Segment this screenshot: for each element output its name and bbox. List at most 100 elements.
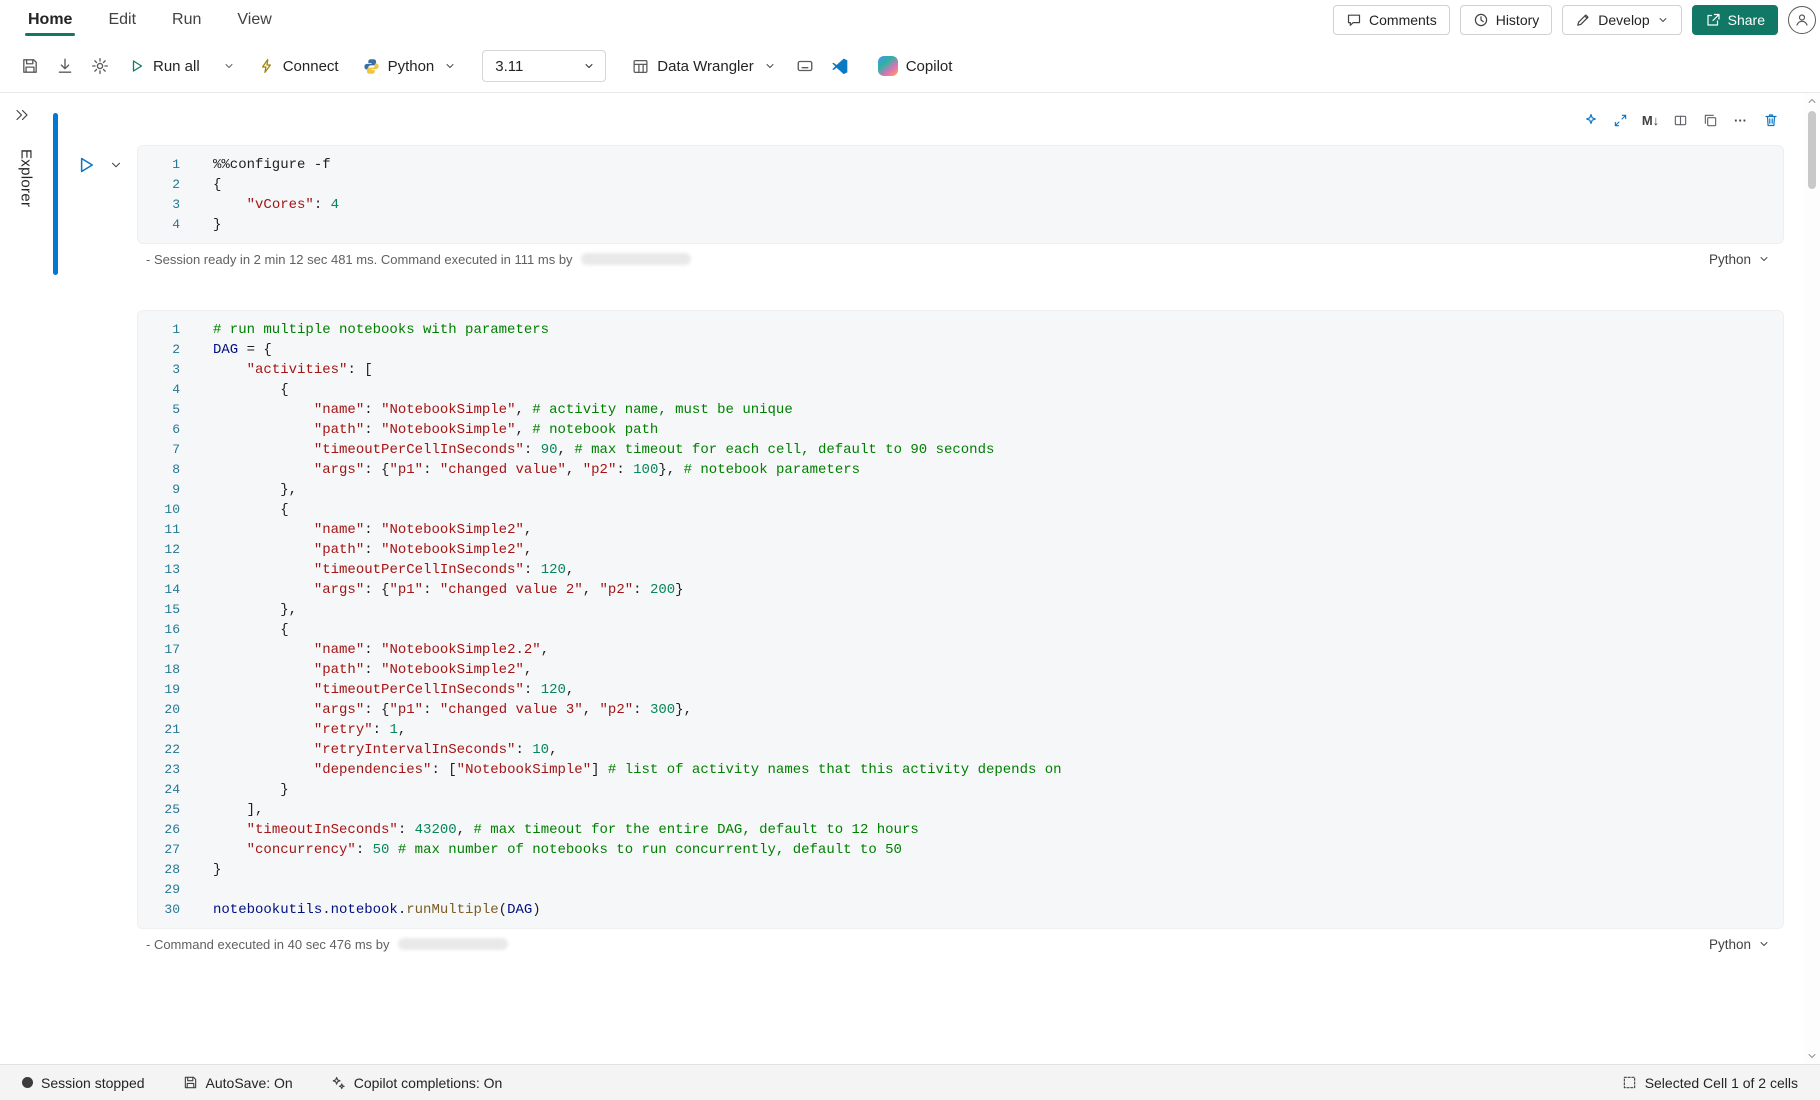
code-text[interactable]: "timeoutPerCellInSeconds": 120, [213,680,574,700]
code-text[interactable]: "concurrency": 50 # max number of notebo… [213,840,902,860]
code-line[interactable]: 6 "path": "NotebookSimple", # notebook p… [138,420,1783,440]
connect-button[interactable]: Connect [247,48,351,84]
code-text[interactable]: "path": "NotebookSimple2", [213,660,532,680]
code-line[interactable]: 11 "name": "NotebookSimple2", [138,520,1783,540]
code-line[interactable]: 26 "timeoutInSeconds": 43200, # max time… [138,820,1783,840]
account-button[interactable] [1788,6,1816,34]
markdown-button[interactable]: M↓ [1637,107,1664,133]
split-cell-button[interactable] [1667,107,1694,133]
run-all-button[interactable]: Run all [117,48,212,84]
code-text[interactable]: "activities": [ [213,360,373,380]
code-line[interactable]: 4 { [138,380,1783,400]
scroll-up-button[interactable] [1806,95,1818,107]
develop-button[interactable]: Develop [1562,5,1681,35]
code-text[interactable]: "retry": 1, [213,720,406,740]
menu-tab-edit[interactable]: Edit [90,0,154,40]
code-editor[interactable]: 1# run multiple notebooks with parameter… [137,310,1784,929]
menu-tab-run[interactable]: Run [154,0,219,40]
code-line[interactable]: 15 }, [138,600,1783,620]
code-line[interactable]: 14 "args": {"p1": "changed value 2", "p2… [138,580,1783,600]
delete-cell-button[interactable] [1757,107,1784,133]
code-line[interactable]: 12 "path": "NotebookSimple2", [138,540,1783,560]
code-line[interactable]: 29 [138,880,1783,900]
code-text[interactable]: "dependencies": ["NotebookSimple"] # lis… [213,760,1062,780]
save-button[interactable] [12,49,47,84]
code-line[interactable]: 17 "name": "NotebookSimple2.2", [138,640,1783,660]
code-line[interactable]: 21 "retry": 1, [138,720,1783,740]
code-line[interactable]: 23 "dependencies": ["NotebookSimple"] # … [138,760,1783,780]
data-wrangler-button[interactable]: Data Wrangler [620,48,787,84]
code-line[interactable]: 3 "vCores": 4 [138,195,1783,215]
code-text[interactable]: "vCores": 4 [213,195,339,215]
export-button[interactable] [47,49,82,84]
code-text[interactable]: DAG = { [213,340,272,360]
more-actions-button[interactable]: ··· [1727,107,1754,133]
code-text[interactable]: "args": {"p1": "changed value 3", "p2": … [213,700,692,720]
code-text[interactable]: { [213,380,289,400]
code-text[interactable]: } [213,780,289,800]
menu-tab-home[interactable]: Home [10,0,90,40]
code-text[interactable]: "name": "NotebookSimple2.2", [213,640,549,660]
code-line[interactable]: 5 "name": "NotebookSimple", # activity n… [138,400,1783,420]
code-text[interactable]: }, [213,480,297,500]
run-all-dropdown[interactable] [212,49,247,84]
scrollbar-thumb[interactable] [1808,111,1816,189]
code-line[interactable]: 20 "args": {"p1": "changed value 3", "p2… [138,700,1783,720]
cell-kernel-selector[interactable]: Python [1709,252,1770,267]
code-text[interactable]: "path": "NotebookSimple", # notebook pat… [213,420,658,440]
code-text[interactable]: notebookutils.notebook.runMultiple(DAG) [213,900,541,920]
scroll-down-button[interactable] [1806,1050,1818,1062]
share-button[interactable]: Share [1692,5,1778,35]
code-line[interactable]: 1# run multiple notebooks with parameter… [138,320,1783,340]
autosave-toggle[interactable]: AutoSave: On [183,1075,293,1091]
code-line[interactable]: 30notebookutils.notebook.runMultiple(DAG… [138,900,1783,920]
copilot-cell-button[interactable] [1577,107,1604,133]
code-line[interactable]: 2{ [138,175,1783,195]
version-select[interactable]: 3.11 [482,50,606,82]
code-text[interactable]: "path": "NotebookSimple2", [213,540,532,560]
expand-explorer-button[interactable] [14,107,30,123]
run-cell-button[interactable] [74,153,98,177]
code-text[interactable]: "timeoutInSeconds": 43200, # max timeout… [213,820,919,840]
code-line[interactable]: 22 "retryIntervalInSeconds": 10, [138,740,1783,760]
code-line[interactable]: 28} [138,860,1783,880]
code-text[interactable]: { [213,175,221,195]
code-line[interactable]: 3 "activities": [ [138,360,1783,380]
copilot-completions-toggle[interactable]: Copilot completions: On [331,1075,503,1091]
code-text[interactable]: "args": {"p1": "changed value 2", "p2": … [213,580,684,600]
code-line[interactable]: 19 "timeoutPerCellInSeconds": 120, [138,680,1783,700]
code-text[interactable]: "timeoutPerCellInSeconds": 90, # max tim… [213,440,994,460]
code-text[interactable]: "name": "NotebookSimple", # activity nam… [213,400,793,420]
code-text[interactable]: "retryIntervalInSeconds": 10, [213,740,558,760]
code-text[interactable]: }, [213,600,297,620]
code-line[interactable]: 27 "concurrency": 50 # max number of not… [138,840,1783,860]
code-text[interactable] [213,880,221,900]
code-text[interactable]: "args": {"p1": "changed value", "p2": 10… [213,460,860,480]
code-line[interactable]: 1%%configure -f [138,155,1783,175]
cell-kernel-selector[interactable]: Python [1709,937,1770,952]
code-line[interactable]: 7 "timeoutPerCellInSeconds": 90, # max t… [138,440,1783,460]
language-selector[interactable]: Python [351,48,469,84]
code-text[interactable]: # run multiple notebooks with parameters [213,320,549,340]
focus-mode-button[interactable] [788,49,823,84]
code-editor[interactable]: 1%%configure -f2{3 "vCores": 44} [137,145,1784,244]
code-text[interactable]: %%configure -f [213,155,331,175]
code-line[interactable]: 16 { [138,620,1783,640]
code-line[interactable]: 18 "path": "NotebookSimple2", [138,660,1783,680]
code-line[interactable]: 4} [138,215,1783,235]
code-text[interactable]: } [213,860,221,880]
copilot-button[interactable]: Copilot [866,48,965,84]
code-text[interactable]: ], [213,800,263,820]
code-text[interactable]: { [213,620,289,640]
explorer-label[interactable]: Explorer [18,149,35,207]
code-line[interactable]: 9 }, [138,480,1783,500]
code-line[interactable]: 13 "timeoutPerCellInSeconds": 120, [138,560,1783,580]
open-in-vscode-button[interactable] [823,49,858,84]
expand-cell-button[interactable] [1607,107,1634,133]
code-line[interactable]: 25 ], [138,800,1783,820]
settings-button[interactable] [82,49,117,84]
comments-button[interactable]: Comments [1333,5,1450,35]
code-line[interactable]: 24 } [138,780,1783,800]
history-button[interactable]: History [1460,5,1553,35]
code-text[interactable]: } [213,215,221,235]
